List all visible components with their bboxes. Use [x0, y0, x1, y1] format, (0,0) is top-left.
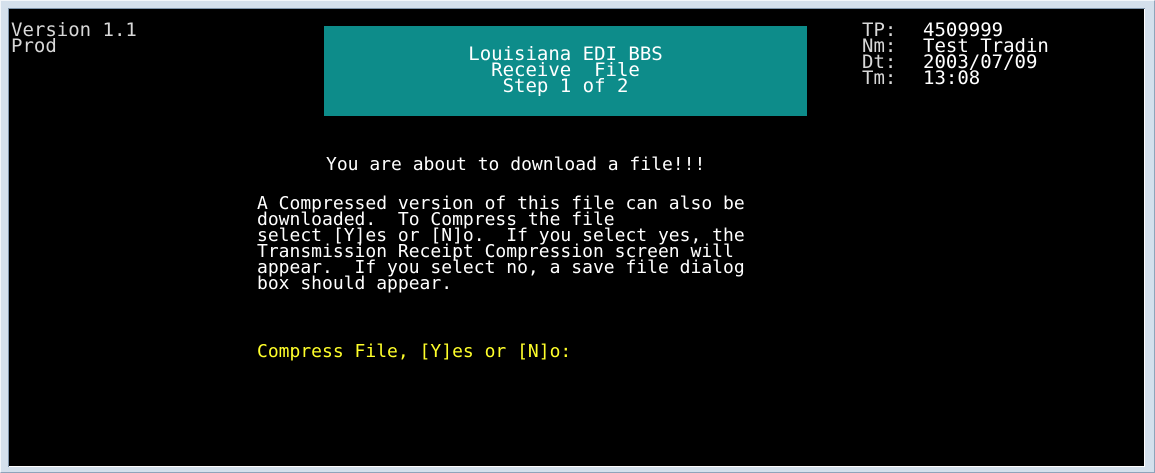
body-line-6: box should appear.: [257, 273, 453, 294]
compress-file-prompt: Compress File, [Y]es or [N]o:: [257, 341, 572, 362]
prompt-input-cursor[interactable]: [693, 344, 703, 360]
terminal-window-frame: Version 1.1 Prod Louisiana EDI BBS Recei…: [0, 0, 1155, 473]
info-value-tm: 13:08: [923, 67, 981, 89]
environment-label: Prod: [11, 35, 57, 57]
download-headline: You are about to download a file!!!: [326, 154, 706, 175]
title-line-step: Step 1 of 2: [502, 75, 629, 97]
terminal-screen[interactable]: Version 1.1 Prod Louisiana EDI BBS Recei…: [8, 8, 1145, 467]
info-label-tm: Tm:: [862, 67, 897, 89]
title-banner: Louisiana EDI BBS Receive File Step 1 of…: [324, 26, 807, 116]
